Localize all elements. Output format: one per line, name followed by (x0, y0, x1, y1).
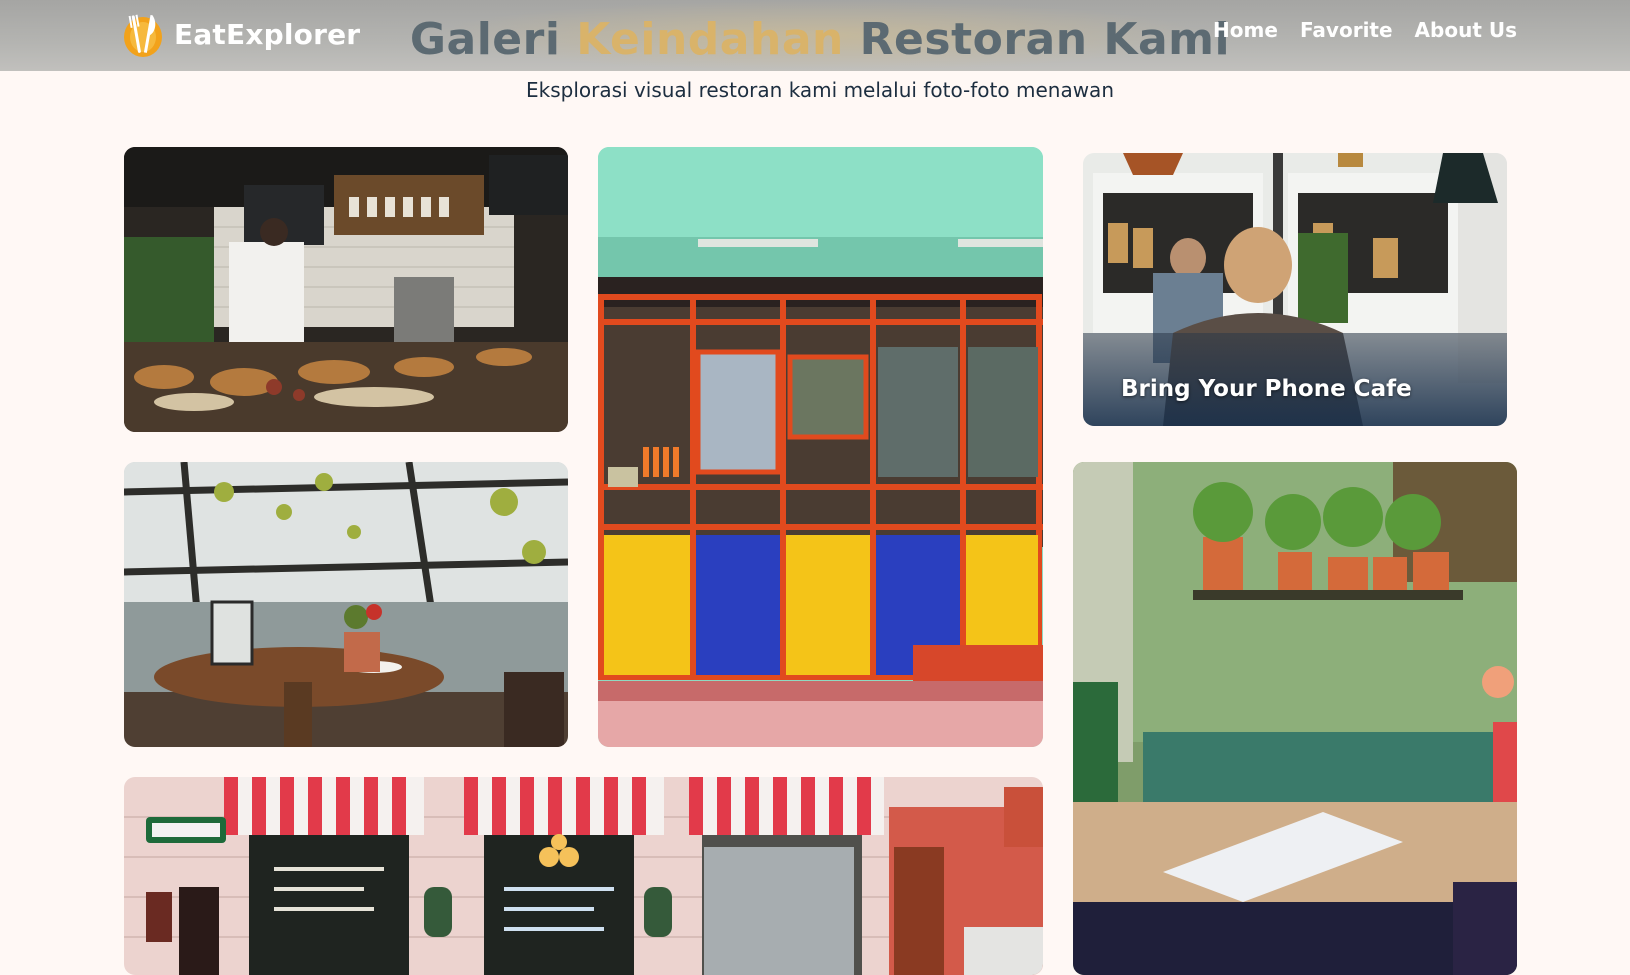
bistro-street-photo[interactable] (124, 777, 1043, 975)
colorful-storefront-photo[interactable] (598, 147, 1043, 747)
brand-name: EatExplorer (174, 17, 361, 51)
window-table-photo[interactable] (124, 462, 568, 747)
brand[interactable]: EatExplorer (122, 6, 360, 62)
fork-knife-logo-icon (122, 11, 164, 57)
hero-title-part2: Restoran Kami (843, 14, 1231, 65)
main-nav: Home Favorite About Us (1213, 18, 1517, 42)
hero-title-accent: Keindahan (576, 14, 844, 65)
hero-title: Galeri Keindahan Restoran Kami (380, 14, 1260, 65)
phone-cafe-caption: Bring Your Phone Cafe (1121, 376, 1412, 402)
page-subtitle: Eksplorasi visual restoran kami melalui … (526, 78, 1114, 102)
top-navbar: EatExplorer Galeri Keindahan Restoran Ka… (0, 0, 1630, 71)
nav-home[interactable]: Home (1213, 18, 1278, 42)
nav-about-us[interactable]: About Us (1415, 18, 1517, 42)
garden-table-photo[interactable] (1073, 462, 1517, 975)
phone-cafe-photo[interactable]: Bring Your Phone Cafe (1083, 153, 1507, 426)
cafe-counter-photo[interactable] (124, 147, 568, 432)
hero-title-part1: Galeri (409, 14, 577, 65)
nav-favorite[interactable]: Favorite (1300, 18, 1393, 42)
